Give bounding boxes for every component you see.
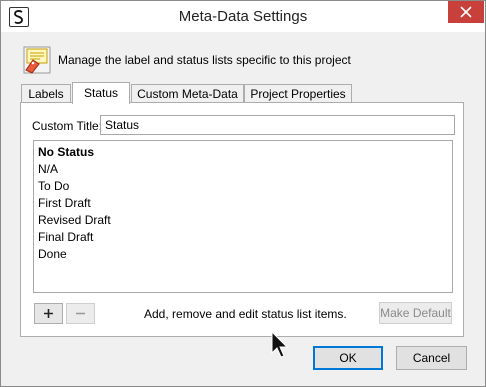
status-list-item-final-draft[interactable]: Final Draft [38,229,93,246]
status-list[interactable]: No Status N/A To Do First Draft Revised … [33,140,453,293]
status-list-item-first-draft[interactable]: First Draft [38,195,91,212]
window-title: Meta-Data Settings [178,8,308,25]
status-list-item-na[interactable]: N/A [38,161,58,178]
metadata-tag-icon [23,46,51,74]
tab-custom-meta-data[interactable]: Custom Meta-Data [131,84,244,103]
status-list-item-done[interactable]: Done [38,246,67,263]
dialog-window: Meta-Data Settings Manage the label and … [0,0,486,387]
status-list-item-no-status[interactable]: No Status [38,144,94,161]
make-default-button[interactable]: Make Default [379,302,452,324]
list-hint-text: Add, remove and edit status list items. [144,307,347,321]
remove-item-button[interactable] [66,303,95,324]
title-bar[interactable]: Meta-Data Settings [1,1,485,32]
cancel-button[interactable]: Cancel [396,346,467,370]
tab-project-properties[interactable]: Project Properties [244,84,352,103]
minus-icon [76,312,85,315]
add-item-button[interactable] [34,303,63,324]
status-list-item-to-do[interactable]: To Do [38,178,69,195]
close-button[interactable] [448,1,484,23]
plus-icon [44,309,53,318]
custom-title-input[interactable] [100,115,455,135]
mouse-pointer-icon [271,330,289,362]
tab-status[interactable]: Status [72,82,130,104]
custom-title-label: Custom Title: [32,119,103,133]
tab-labels[interactable]: Labels [21,84,71,103]
ok-button[interactable]: OK [313,346,383,370]
close-icon [460,6,472,18]
header-description: Manage the label and status lists specif… [58,53,351,67]
status-list-item-revised-draft[interactable]: Revised Draft [38,212,111,229]
